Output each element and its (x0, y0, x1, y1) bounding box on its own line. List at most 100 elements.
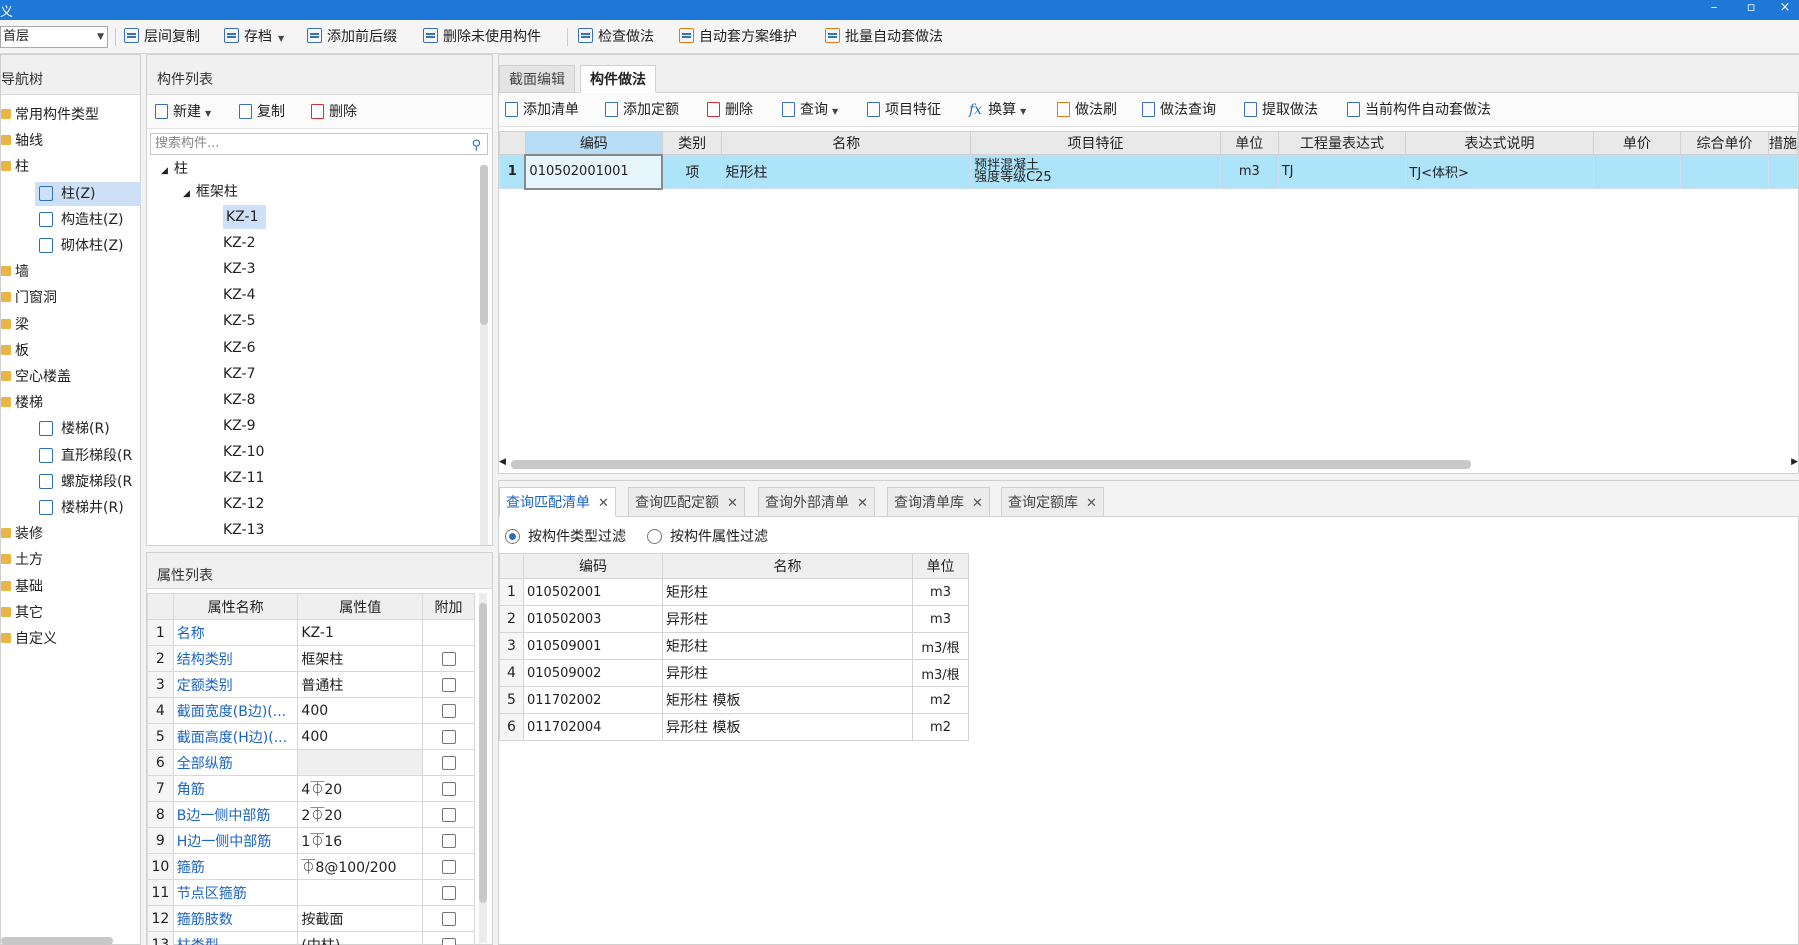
component-item[interactable]: KZ-12 (223, 492, 264, 516)
nav-item[interactable]: 楼梯 (1, 391, 43, 415)
extra-checkbox[interactable] (441, 729, 456, 744)
query-row[interactable]: 3 010509001 矩形柱 m3/根 (499, 632, 969, 660)
nav-item[interactable]: 土方 (1, 548, 43, 572)
query-button[interactable]: 查询 ▼ (782, 100, 838, 122)
extra-checkbox[interactable] (441, 703, 456, 718)
scrollbar-thumb[interactable] (480, 165, 488, 325)
code-cell[interactable]: 010502001001 (524, 153, 664, 190)
property-value[interactable]: 4⏁20 (297, 775, 424, 802)
code-header[interactable]: 编码 (524, 131, 663, 155)
extra-checkbox[interactable] (441, 755, 456, 770)
method-hscrollbar[interactable]: ◀ ▶ (499, 457, 1798, 470)
tab-query-match-list[interactable]: 查询匹配清单 ✕ (499, 487, 616, 517)
extra-checkbox[interactable] (441, 859, 456, 874)
property-row[interactable]: 1 名称 KZ-1 (147, 619, 475, 646)
component-item[interactable]: KZ-2 (223, 231, 255, 255)
property-value[interactable]: 普通柱 (297, 671, 424, 698)
property-row[interactable]: 4 截面宽度(B边)(... 400 (147, 697, 475, 724)
component-list-scrollbar[interactable] (480, 165, 488, 545)
nav-item[interactable]: 基础 (1, 575, 43, 599)
property-value[interactable]: 400 (297, 697, 424, 724)
component-search-input[interactable]: 搜索构件... ⚲ (150, 133, 488, 155)
close-icon[interactable]: ✕ (1086, 496, 1097, 511)
total-price-header[interactable]: 综合单价 (1680, 131, 1769, 155)
filter-by-attr-radio[interactable]: 按构件属性过滤 (647, 526, 768, 546)
nav-item[interactable]: 墙 (1, 260, 29, 284)
property-row[interactable]: 7 角筋 4⏁20 (147, 775, 475, 802)
extract-method-button[interactable]: 提取做法 (1244, 100, 1318, 120)
nav-item[interactable]: 装修 (1, 522, 43, 546)
extra-checkbox[interactable] (441, 833, 456, 848)
query-row[interactable]: 1 010502001 矩形柱 m3 (499, 578, 969, 606)
property-list-scrollbar[interactable] (479, 593, 487, 943)
nav-item[interactable]: 柱(Z) (35, 181, 141, 206)
nav-item[interactable]: 常用构件类型 (1, 103, 99, 127)
component-item[interactable]: KZ-5 (223, 309, 255, 333)
price-header[interactable]: 单价 (1592, 131, 1682, 155)
close-icon[interactable]: ✕ (727, 496, 738, 511)
property-value[interactable]: 400 (297, 723, 424, 750)
property-row[interactable]: 2 结构类别 框架柱 (147, 645, 475, 672)
archive-button[interactable]: 存档 ▼ (224, 26, 284, 48)
auto-apply-button[interactable]: 当前构件自动套做法 (1347, 100, 1491, 120)
nav-item[interactable]: 构造柱(Z) (35, 208, 141, 232)
floor-select[interactable]: 首层 ▼ (0, 26, 108, 48)
add-list-button[interactable]: 添加清单 (505, 100, 579, 120)
property-value[interactable]: 按截面 (297, 905, 424, 932)
query-row[interactable]: 2 010502003 异形柱 m3 (499, 605, 969, 633)
delete-method-button[interactable]: 删除 (707, 100, 753, 120)
property-value[interactable] (297, 879, 424, 906)
property-value[interactable]: 1⏁16 (297, 827, 424, 854)
nav-item[interactable]: 空心楼盖 (1, 365, 71, 389)
expr-header[interactable]: 工程量表达式 (1277, 131, 1407, 155)
method-row[interactable]: 1 010502001001 项矩形柱 预拌混凝土 强度等级C25 m3 TJ TJ<体积> (499, 153, 1799, 190)
unit-header[interactable]: 单位 (1219, 131, 1279, 155)
feature-cell[interactable]: 预拌混凝土 强度等级C25 (970, 154, 1221, 189)
scroll-right-icon[interactable]: ▶ (1791, 457, 1798, 467)
component-item[interactable]: KZ-3 (223, 257, 255, 281)
nav-item[interactable]: 自定义 (1, 627, 57, 651)
scroll-left-icon[interactable]: ◀ (499, 457, 506, 467)
expr-desc-header[interactable]: 表达式说明 (1405, 131, 1594, 155)
scrollbar-thumb[interactable] (511, 460, 1471, 469)
extra-checkbox[interactable] (441, 911, 456, 926)
tab-section-edit[interactable]: 截面编辑 (499, 65, 575, 93)
item-feature-button[interactable]: 项目特征 (867, 100, 941, 120)
extra-checkbox[interactable] (441, 677, 456, 692)
component-item[interactable]: KZ-1 (223, 205, 267, 229)
add-quota-button[interactable]: 添加定额 (605, 100, 679, 120)
property-value[interactable]: ⏁8@100/200 (297, 853, 424, 880)
property-value[interactable]: 框架柱 (297, 645, 424, 672)
nav-item[interactable]: 楼梯(R) (35, 417, 141, 441)
component-item[interactable]: KZ-11 (223, 466, 264, 490)
component-item[interactable]: KZ-9 (223, 414, 255, 438)
auto-scheme-button[interactable]: 自动套方案维护 (679, 26, 797, 48)
tab-query-quota-library[interactable]: 查询定额库 ✕ (1001, 487, 1104, 517)
delete-unused-button[interactable]: 删除未使用构件 (423, 26, 541, 48)
property-row[interactable]: 9 H边一侧中部筋 1⏁16 (147, 827, 475, 854)
component-item[interactable]: KZ-7 (223, 362, 255, 386)
method-brush-button[interactable]: 做法刷 (1057, 100, 1117, 120)
floor-copy-button[interactable]: 层间复制 (124, 26, 200, 48)
property-value[interactable] (297, 749, 424, 776)
nav-item[interactable]: 楼梯井(R) (35, 496, 141, 520)
property-value[interactable]: 2⏁20 (297, 801, 424, 828)
property-row[interactable]: 12 箍筋肢数 按截面 (147, 905, 475, 932)
component-item[interactable]: KZ-13 (223, 518, 264, 542)
expr-cell[interactable]: TJ (1277, 154, 1407, 189)
property-row[interactable]: 3 定额类别 普通柱 (147, 671, 475, 698)
tree-root-node[interactable]: ◢ 柱 (161, 157, 188, 181)
tab-query-list-library[interactable]: 查询清单库 ✕ (887, 487, 990, 517)
close-icon[interactable]: ✕ (857, 496, 868, 511)
add-prefix-suffix-button[interactable]: 添加前后缀 (307, 26, 397, 48)
delete-component-button[interactable]: 删除 (311, 102, 357, 122)
measure-header[interactable]: 措施 (1767, 131, 1799, 155)
property-row[interactable]: 11 节点区箍筋 (147, 879, 475, 906)
search-icon[interactable]: ⚲ (471, 136, 481, 156)
property-value[interactable]: KZ-1 (297, 619, 424, 646)
expr-desc-cell[interactable]: TJ<体积> (1405, 154, 1594, 189)
property-value[interactable]: (中柱) (297, 931, 424, 945)
code-header[interactable]: 编码 (523, 553, 663, 579)
property-row[interactable]: 5 截面高度(H边)(... 400 (147, 723, 475, 750)
query-row[interactable]: 6 011702004 异形柱 模板 m2 (499, 713, 969, 741)
